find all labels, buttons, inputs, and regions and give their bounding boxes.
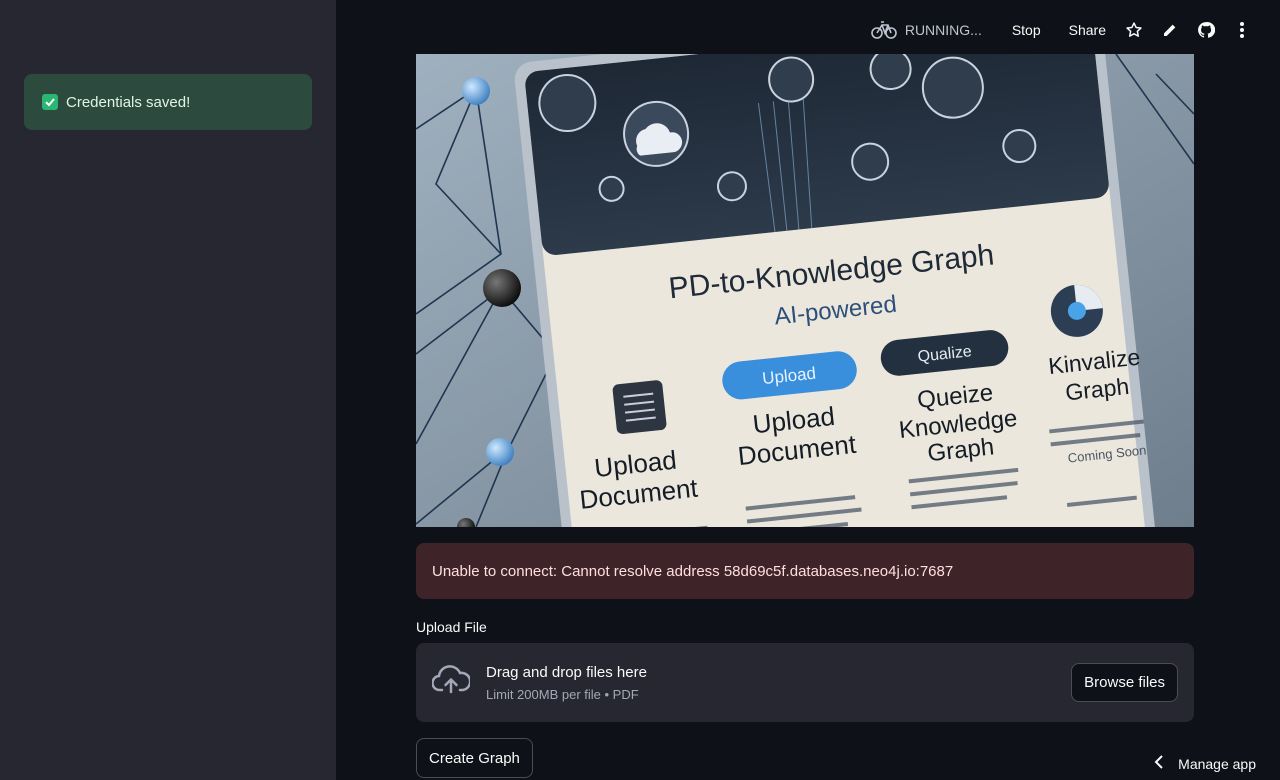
cloud-upload-icon xyxy=(431,665,472,700)
star-icon[interactable] xyxy=(1116,14,1152,46)
dropzone-text: Drag and drop files here Limit 200MB per… xyxy=(486,664,1071,702)
hero-image: PD-to-Knowledge Graph AI-powered Upload … xyxy=(416,54,1194,527)
running-status: RUNNING... xyxy=(871,18,982,43)
create-graph-button[interactable]: Create Graph xyxy=(416,738,533,778)
dropzone-title: Drag and drop files here xyxy=(486,663,647,681)
share-button[interactable]: Share xyxy=(1059,16,1116,44)
connection-error-alert: Unable to connect: Cannot resolve addres… xyxy=(416,543,1194,599)
credentials-saved-alert: Credentials saved! xyxy=(24,74,312,130)
dropzone-limit: Limit 200MB per file • PDF xyxy=(486,686,639,702)
file-dropzone[interactable]: Drag and drop files here Limit 200MB per… xyxy=(416,643,1194,722)
browse-files-button[interactable]: Browse files xyxy=(1071,663,1178,702)
github-icon[interactable] xyxy=(1188,14,1224,46)
stop-button[interactable]: Stop xyxy=(1002,16,1051,44)
manage-app-label: Manage app xyxy=(1178,755,1256,772)
alert-text: Credentials saved! xyxy=(66,93,191,111)
manage-app-button[interactable]: Manage app xyxy=(1154,755,1256,772)
check-square-icon xyxy=(42,94,58,110)
more-vertical-icon[interactable] xyxy=(1224,14,1260,46)
chevron-left-icon xyxy=(1154,755,1164,772)
error-text: Unable to connect: Cannot resolve addres… xyxy=(432,562,954,580)
pencil-icon[interactable] xyxy=(1152,14,1188,46)
app-toolbar: RUNNING... Stop Share xyxy=(871,0,1280,60)
sidebar: Credentials saved! xyxy=(0,0,336,780)
running-text: RUNNING... xyxy=(904,22,982,38)
upload-file-label: Upload File xyxy=(416,619,487,635)
bicycle-icon xyxy=(871,18,897,43)
